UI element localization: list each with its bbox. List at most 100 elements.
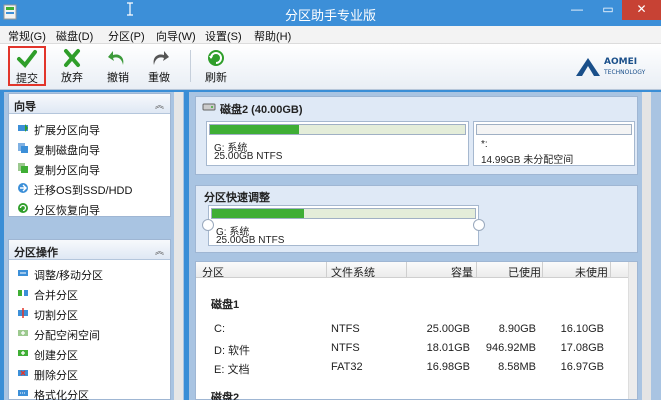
extend-partition-icon [18,124,28,132]
hard-disk-icon [202,103,216,111]
main-scrollbar[interactable] [642,92,651,400]
refresh-label: 刷新 [205,72,227,84]
cell-filesystem: NTFS [331,342,360,354]
col-filesystem[interactable]: 文件系统 [331,264,375,280]
close-button[interactable]: ✕ [622,0,661,20]
menu-bar: 常规(G) 磁盘(D) 分区(P) 向导(W) 设置(S) 帮助(H) [0,26,661,44]
refresh-button[interactable]: 刷新 [198,47,234,85]
usage-bar [211,208,476,219]
cell-capacity: 25.00GB [426,323,470,335]
title-bar: 分区助手专业版 — ▭ ✕ [0,0,661,26]
undo-label: 撤销 [107,72,129,84]
redo-icon [153,51,169,65]
table-header: 分区 文件系统 容量 已使用 未使用 [196,262,630,280]
maximize-button[interactable]: ▭ [594,0,622,20]
cell-filesystem: NTFS [331,323,360,335]
partition-g-block[interactable]: G: 系统 25.00GB NTFS [206,121,469,166]
col-partition[interactable]: 分区 [202,264,224,280]
cell-partition: C: [214,323,225,335]
left-sidebar: 向导 ︽ 扩展分区向导 复制磁盘向导 复制分区向导 迁移OS到SSD/HDD 分… [4,92,184,400]
wizard-item-migrate-os[interactable]: 迁移OS到SSD/HDD [9,178,170,198]
collapse-chevron-icon[interactable]: ︽ [155,98,164,111]
aomei-logo: AOMEI TECHNOLOGY [574,54,654,82]
menu-settings[interactable]: 设置(S) [205,28,242,44]
copy-disk-icon [18,143,28,153]
undo-button[interactable]: 撤销 [100,47,136,85]
wizard-item-extend[interactable]: 扩展分区向导 [9,118,170,138]
col-unused[interactable]: 未使用 [575,264,608,280]
collapse-chevron-icon[interactable]: ︽ [155,244,164,257]
window-title: 分区助手专业版 [284,8,376,23]
menu-partition[interactable]: 分区(P) [108,28,145,44]
toolbar-separator [190,50,191,82]
op-item-create[interactable]: 创建分区 [9,343,170,363]
usage-bar [476,124,632,135]
partition-recovery-icon [18,203,28,213]
cell-filesystem: FAT32 [331,361,363,373]
op-item-resize[interactable]: 调整/移动分区 [9,263,170,283]
redo-button[interactable]: 重做 [141,47,177,85]
ops-panel-header[interactable]: 分区操作 ︽ [9,240,170,260]
cell-capacity: 18.01GB [426,342,470,354]
op-item-allocate[interactable]: 分配空闲空间 [9,323,170,343]
copy-partition-icon [18,163,28,173]
right-resize-handle[interactable] [473,219,485,231]
left-resize-handle[interactable] [202,219,214,231]
menu-general[interactable]: 常规(G) [8,28,46,44]
format-partition-icon [18,390,28,396]
col-divider [406,262,407,278]
cell-used: 8.90GB [498,323,536,335]
redo-label: 重做 [148,72,170,84]
wizard-item-label: 复制磁盘向导 [34,145,100,157]
col-divider [326,262,327,278]
menu-wizard[interactable]: 向导(W) [156,28,196,44]
disk2-title: 磁盘2 (40.00GB) [220,104,303,116]
wizard-panel-header[interactable]: 向导 ︽ [9,94,170,114]
partition-name: *: [481,139,488,150]
partition-size: 25.00GB NTFS [216,235,285,246]
cell-capacity: 16.98GB [426,361,470,373]
minimize-button[interactable]: — [563,0,591,20]
split-partition-icon [18,308,28,318]
cell-used: 946.92MB [485,342,536,354]
op-item-delete[interactable]: 删除分区 [9,363,170,383]
cell-unused: 16.97GB [560,361,604,373]
discard-button[interactable]: 放弃 [54,47,90,85]
partition-ops-panel: 分区操作 ︽ 调整/移动分区 合并分区 切割分区 分配空闲空间 创建分区 删除分… [8,239,171,400]
quick-adjust-panel: 分区快速调整 G: 系统 25.00GB NTFS [195,185,638,253]
wizard-item-label: 分区恢复向导 [34,205,100,217]
menu-help[interactable]: 帮助(H) [254,28,291,44]
migrate-os-icon [18,183,28,193]
undo-icon [108,51,124,65]
op-item-merge[interactable]: 合并分区 [9,283,170,303]
op-item-format[interactable]: 格式化分区 [9,383,170,400]
op-item-split[interactable]: 切割分区 [9,303,170,323]
col-used[interactable]: 已使用 [508,264,541,280]
table-scrollbar[interactable] [628,262,637,399]
unallocated-block[interactable]: *: 14.99GB 未分配空间 [473,121,635,166]
menu-disk[interactable]: 磁盘(D) [56,28,93,44]
wizard-panel-title: 向导 [14,101,36,113]
wizard-item-recovery[interactable]: 分区恢复向导 [9,198,170,218]
partition-size: 25.00GB NTFS [214,151,283,162]
wizard-item-copy-partition[interactable]: 复制分区向导 [9,158,170,178]
refresh-icon [208,50,224,66]
cell-used: 8.58MB [498,361,536,373]
disk2-card[interactable]: 磁盘2 (40.00GB) G: 系统 25.00GB NTFS *: 14.9… [195,96,638,175]
col-capacity[interactable]: 容量 [451,264,473,280]
op-item-label: 分配空闲空间 [34,330,100,342]
op-item-label: 合并分区 [34,290,78,302]
wizard-item-label: 迁移OS到SSD/HDD [34,185,133,197]
create-partition-icon [18,350,28,356]
sidebar-scrollbar[interactable] [174,92,183,400]
wizard-item-label: 扩展分区向导 [34,125,100,137]
commit-label: 提交 [16,73,38,85]
resize-partition-icon [18,270,28,276]
quick-adjust-partition[interactable]: G: 系统 25.00GB NTFS [208,205,479,246]
col-divider [542,262,543,278]
wizard-item-copy-disk[interactable]: 复制磁盘向导 [9,138,170,158]
cell-partition: D: 软件 [214,345,251,357]
wizard-panel: 向导 ︽ 扩展分区向导 复制磁盘向导 复制分区向导 迁移OS到SSD/HDD 分… [8,93,171,217]
merge-partition-icon [18,290,28,296]
commit-button[interactable]: 提交 [8,46,46,86]
